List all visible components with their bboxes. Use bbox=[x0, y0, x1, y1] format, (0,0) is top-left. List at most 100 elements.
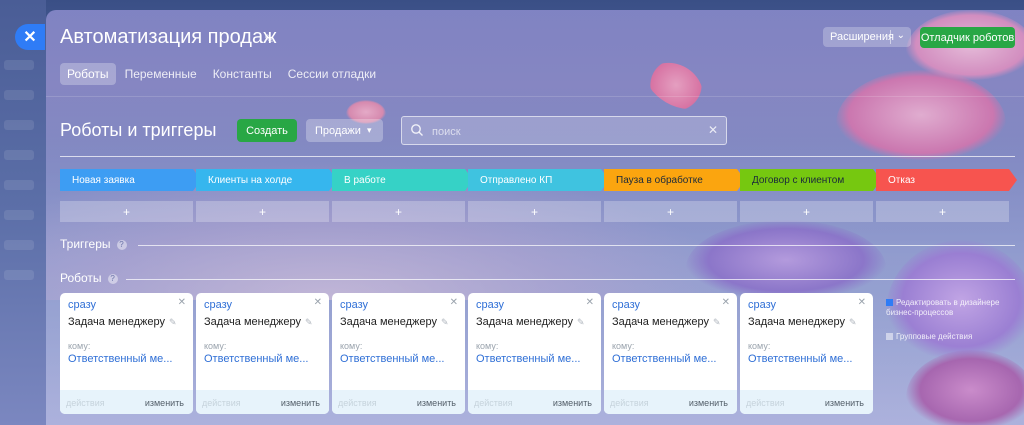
assignee-label: кому: bbox=[340, 341, 363, 351]
actions-link[interactable]: действия bbox=[338, 398, 377, 408]
actions-link[interactable]: действия bbox=[610, 398, 649, 408]
add-trigger-button[interactable]: + bbox=[332, 201, 465, 222]
assignee-link[interactable]: Ответственный ме... bbox=[612, 353, 716, 365]
stage-in-progress: В работе bbox=[332, 169, 473, 191]
robot-title-text: Задача менеджеру bbox=[476, 316, 573, 328]
section-divider bbox=[60, 156, 1015, 157]
assignee-label: кому: bbox=[204, 341, 227, 351]
stage-new-request: Новая заявка bbox=[60, 169, 201, 191]
robot-card[interactable]: сразу ✕ Задача менеджеру ✎ кому: Ответств… bbox=[468, 293, 601, 414]
add-trigger-button[interactable]: + bbox=[60, 201, 193, 222]
add-trigger-button[interactable]: + bbox=[468, 201, 601, 222]
group-actions-option[interactable]: Групповые действия bbox=[886, 332, 1011, 342]
create-button[interactable]: Создать bbox=[237, 119, 297, 142]
help-icon[interactable]: ? bbox=[107, 273, 118, 284]
assignee-link[interactable]: Ответственный ме... bbox=[340, 353, 444, 365]
triggers-group-header: Триггеры? bbox=[60, 237, 127, 251]
group-actions-label: Групповые действия bbox=[896, 332, 973, 341]
robot-delay-link[interactable]: сразу bbox=[340, 299, 368, 311]
button-divider bbox=[890, 30, 891, 44]
pencil-icon[interactable]: ✎ bbox=[713, 317, 721, 327]
robot-title-text: Задача менеджеру bbox=[340, 316, 437, 328]
assignee-link[interactable]: Ответственный ме... bbox=[748, 353, 852, 365]
chevron-down-icon[interactable]: ⌄ bbox=[897, 30, 905, 41]
robots-divider bbox=[126, 279, 1015, 280]
delete-robot-icon[interactable]: ✕ bbox=[450, 297, 458, 308]
robot-delay-link[interactable]: сразу bbox=[612, 299, 640, 311]
add-trigger-button[interactable]: + bbox=[604, 201, 737, 222]
edit-robot-link[interactable]: изменить bbox=[145, 398, 184, 408]
delete-robot-icon[interactable]: ✕ bbox=[178, 297, 186, 308]
add-trigger-button[interactable]: + bbox=[196, 201, 329, 222]
pencil-icon[interactable]: ✎ bbox=[441, 317, 449, 327]
actions-link[interactable]: действия bbox=[474, 398, 513, 408]
blur-line bbox=[4, 210, 34, 220]
delete-robot-icon[interactable]: ✕ bbox=[858, 297, 866, 308]
tab-variables[interactable]: Переменные bbox=[118, 63, 204, 85]
robot-card[interactable]: сразу ✕ Задача менеджеру ✎ кому: Ответств… bbox=[332, 293, 465, 414]
triggers-divider bbox=[138, 245, 1015, 246]
tab-constants[interactable]: Константы bbox=[206, 63, 279, 85]
search-input[interactable] bbox=[430, 122, 704, 141]
robots-label: Роботы bbox=[60, 271, 102, 285]
edit-robot-link[interactable]: изменить bbox=[281, 398, 320, 408]
checkbox-icon bbox=[886, 299, 893, 307]
assignee-link[interactable]: Ответственный ме... bbox=[68, 353, 172, 365]
pencil-icon[interactable]: ✎ bbox=[305, 317, 313, 327]
blur-line bbox=[4, 150, 34, 160]
blur-line bbox=[4, 120, 34, 130]
edit-robot-link[interactable]: изменить bbox=[553, 398, 592, 408]
tab-robots[interactable]: Роботы bbox=[60, 63, 116, 85]
stage-rejected: Отказ bbox=[876, 169, 1017, 191]
robot-title: Задача менеджеру ✎ bbox=[612, 316, 721, 328]
blur-line bbox=[4, 60, 34, 70]
section-title: Роботы и триггеры bbox=[60, 120, 217, 140]
actions-link[interactable]: действия bbox=[202, 398, 241, 408]
edit-robot-link[interactable]: изменить bbox=[417, 398, 456, 408]
edit-robot-link[interactable]: изменить bbox=[689, 398, 728, 408]
robot-title-text: Задача менеджеру bbox=[204, 316, 301, 328]
clear-search-icon[interactable]: ✕ bbox=[708, 123, 718, 137]
extensions-button[interactable]: Расширения ⌄ bbox=[823, 27, 911, 47]
pencil-icon[interactable]: ✎ bbox=[264, 32, 274, 46]
background-sidebar-blur bbox=[0, 0, 46, 425]
assignee-link[interactable]: Ответственный ме... bbox=[476, 353, 580, 365]
pipeline-select[interactable]: Продажи ▾ bbox=[306, 119, 383, 142]
robot-title-text: Задача менеджеру bbox=[748, 316, 845, 328]
robot-delay-link[interactable]: сразу bbox=[68, 299, 96, 311]
add-trigger-button[interactable]: + bbox=[876, 201, 1009, 222]
robot-card[interactable]: сразу ✕ Задача менеджеру ✎ кому: Ответств… bbox=[196, 293, 329, 414]
robot-delay-link[interactable]: сразу bbox=[748, 299, 776, 311]
robot-debugger-button[interactable]: Отладчик роботов bbox=[920, 27, 1015, 48]
assignee-label: кому: bbox=[612, 341, 635, 351]
robot-card[interactable]: сразу ✕ Задача менеджеру ✎ кому: Ответств… bbox=[740, 293, 873, 414]
edit-robot-link[interactable]: изменить bbox=[825, 398, 864, 408]
triggers-label: Триггеры bbox=[60, 237, 111, 251]
robot-title: Задача менеджеру ✎ bbox=[204, 316, 313, 328]
delete-robot-icon[interactable]: ✕ bbox=[586, 297, 594, 308]
tab-debug-sessions[interactable]: Сессии отладки bbox=[281, 63, 383, 85]
robot-card[interactable]: сразу ✕ Задача менеджеру ✎ кому: Ответств… bbox=[604, 293, 737, 414]
pencil-icon[interactable]: ✎ bbox=[169, 317, 177, 327]
robot-card[interactable]: сразу ✕ Задача менеджеру ✎ кому: Ответств… bbox=[60, 293, 193, 414]
checkbox-icon bbox=[886, 333, 893, 341]
blur-line bbox=[4, 270, 34, 280]
delete-robot-icon[interactable]: ✕ bbox=[314, 297, 322, 308]
flower-petal bbox=[640, 52, 712, 118]
edit-in-designer-label: Редактировать в дизайнере бизнес-процесс… bbox=[886, 298, 1000, 317]
actions-link[interactable]: действия bbox=[746, 398, 785, 408]
stage-proposal-sent: Отправлено КП bbox=[468, 169, 609, 191]
assignee-label: кому: bbox=[748, 341, 771, 351]
robot-delay-link[interactable]: сразу bbox=[476, 299, 504, 311]
actions-link[interactable]: действия bbox=[66, 398, 105, 408]
add-trigger-button[interactable]: + bbox=[740, 201, 873, 222]
delete-robot-icon[interactable]: ✕ bbox=[722, 297, 730, 308]
edit-in-designer-option[interactable]: Редактировать в дизайнере бизнес-процесс… bbox=[886, 298, 1011, 318]
close-icon: ✕ bbox=[23, 29, 37, 46]
close-slider-button[interactable]: ✕ bbox=[15, 24, 45, 50]
robot-delay-link[interactable]: сразу bbox=[204, 299, 232, 311]
assignee-link[interactable]: Ответственный ме... bbox=[204, 353, 308, 365]
help-icon[interactable]: ? bbox=[116, 239, 127, 250]
pencil-icon[interactable]: ✎ bbox=[849, 317, 857, 327]
pencil-icon[interactable]: ✎ bbox=[577, 317, 585, 327]
